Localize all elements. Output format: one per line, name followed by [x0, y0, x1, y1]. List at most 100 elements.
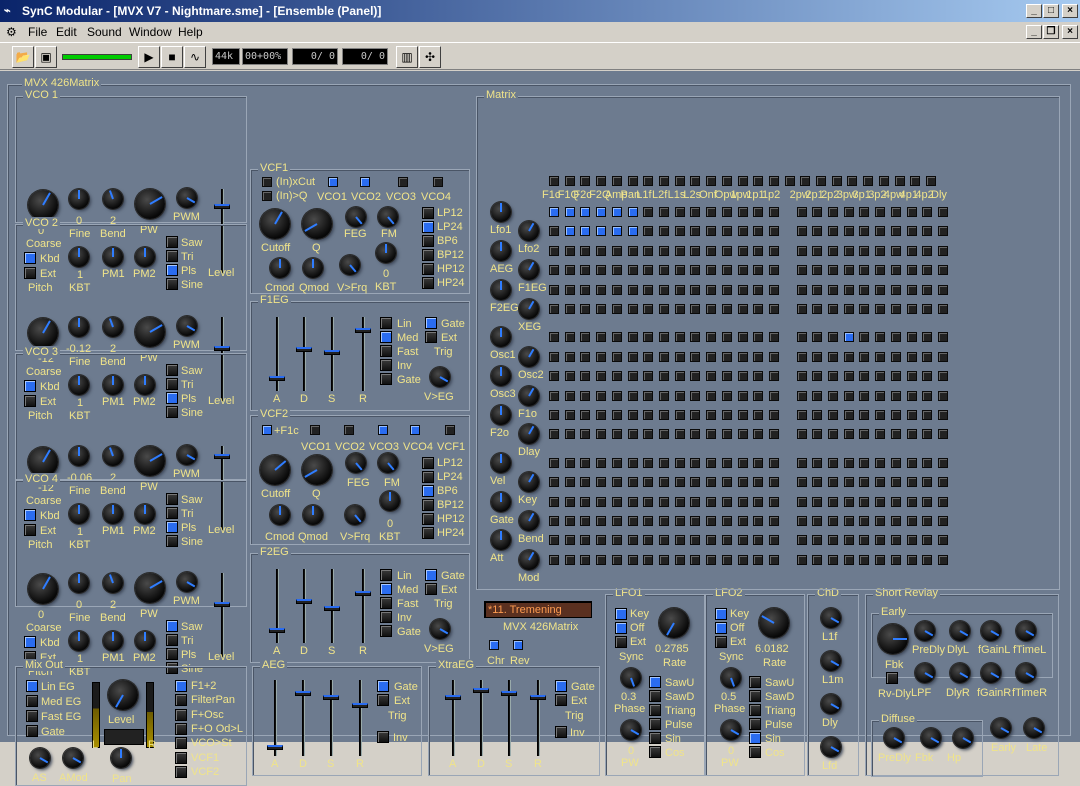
matrix-cell-15-4[interactable] — [611, 516, 622, 526]
matrix-cell-1-3[interactable] — [596, 226, 607, 237]
matrix-cell-7-21[interactable] — [890, 351, 901, 362]
matrix-cell-9-13[interactable] — [753, 390, 764, 401]
matrix-cell-1-14[interactable] — [768, 226, 779, 237]
vcf2-vfrq-knob[interactable] — [345, 505, 365, 525]
matrix-cell-11-7[interactable] — [658, 429, 669, 440]
vcf2-q-knob[interactable] — [302, 455, 332, 485]
matrix-cell-2-22[interactable] — [906, 245, 917, 256]
matrix-cell-2-17[interactable] — [828, 245, 839, 256]
matrix-cell-9-15[interactable] — [796, 390, 807, 401]
lfo2-wave-switch-0[interactable] — [749, 676, 761, 688]
vcf1-mode-switch-4[interactable] — [422, 263, 434, 275]
matrix-cell-0-20[interactable] — [875, 207, 886, 217]
matrix-cell-17-20[interactable] — [875, 554, 886, 565]
matrix-cell-1-24[interactable] — [938, 226, 949, 237]
matrix-cell-7-9[interactable] — [690, 351, 701, 362]
matrix-cell-5-8[interactable] — [674, 304, 685, 314]
f2eg-curve-switch-3[interactable] — [380, 611, 392, 623]
matrix-cell-6-0[interactable] — [549, 332, 559, 343]
matrix-cell-8-1[interactable] — [564, 371, 575, 382]
matrix-cell-7-0[interactable] — [549, 351, 559, 362]
matrix-cell-9-18[interactable] — [843, 390, 854, 401]
matrix-cell-4-6[interactable] — [643, 284, 654, 295]
matrix-cell-17-22[interactable] — [906, 554, 917, 565]
matrix-cell-14-19[interactable] — [859, 496, 870, 507]
matrix-cell-12-17[interactable] — [828, 457, 839, 468]
matrix-cell-10-10[interactable] — [706, 410, 717, 420]
vcf2-src-led-0[interactable] — [310, 425, 320, 435]
matrix-cell-11-9[interactable] — [690, 429, 701, 440]
matrix-row-knob-14[interactable] — [491, 491, 511, 512]
matrix-cell-6-6[interactable] — [643, 332, 654, 343]
matrix-cell-14-2[interactable] — [580, 496, 591, 507]
matrix-cell-15-1[interactable] — [564, 516, 575, 526]
matrix-cell-11-20[interactable] — [875, 429, 886, 440]
matrix-cell-11-21[interactable] — [890, 429, 901, 440]
matrix-cell-8-2[interactable] — [580, 371, 591, 382]
matrix-cell-4-3[interactable] — [596, 284, 607, 295]
matrix-cell-5-16[interactable] — [812, 304, 823, 314]
matrix-cell-8-24[interactable] — [938, 371, 949, 382]
matrix-cell-15-5[interactable] — [627, 516, 638, 526]
matrix-cell-13-13[interactable] — [753, 477, 764, 488]
matrix-cell-16-14[interactable] — [768, 535, 779, 546]
vcf1-src-led-3[interactable] — [433, 177, 443, 187]
lfo1-wave-switch-5[interactable] — [649, 746, 661, 758]
vco2-level-fader[interactable] — [214, 346, 230, 352]
mixout-eg-switch-3[interactable] — [26, 725, 38, 737]
matrix-cell-17-12[interactable] — [737, 554, 748, 565]
mixout-route-switch-2[interactable] — [175, 708, 187, 721]
matrix-cell-7-7[interactable] — [658, 351, 669, 362]
vco1-coarse-knob[interactable] — [28, 190, 58, 220]
matrix-cell-14-1[interactable] — [564, 496, 575, 507]
vco2-pwm-knob[interactable] — [177, 316, 197, 336]
matrix-cell-2-11[interactable] — [721, 245, 732, 256]
vco4-pm2-knob[interactable] — [135, 631, 155, 651]
matrix-cell-8-11[interactable] — [721, 371, 732, 382]
matrix-cell-12-13[interactable] — [753, 457, 764, 468]
matrix-cell-15-12[interactable] — [737, 516, 748, 526]
matrix-cell-7-4[interactable] — [611, 351, 622, 362]
matrix-cell-0-6[interactable] — [643, 207, 654, 217]
matrix-cell-12-3[interactable] — [596, 457, 607, 468]
matrix-cell-6-2[interactable] — [580, 332, 591, 343]
matrix-cell-12-21[interactable] — [890, 457, 901, 468]
matrix-cell-4-9[interactable] — [690, 284, 701, 295]
matrix-cell-0-17[interactable] — [828, 207, 839, 217]
vcf1-mode-switch-3[interactable] — [422, 249, 434, 261]
matrix-cell-13-11[interactable] — [721, 477, 732, 488]
vcf2-mode-switch-0[interactable] — [422, 457, 434, 469]
matrix-cell-11-22[interactable] — [906, 429, 917, 440]
revlay-bot-knob-2[interactable] — [981, 663, 1001, 683]
mixout-as-knob[interactable] — [30, 748, 50, 768]
xtraeg-s-fader[interactable] — [501, 691, 517, 697]
matrix-cell-5-0[interactable] — [549, 304, 559, 314]
matrix-cell-6-15[interactable] — [796, 332, 807, 343]
vcf2-kbt-knob[interactable] — [380, 491, 400, 511]
matrix-cell-7-10[interactable] — [706, 351, 717, 362]
matrix-cell-10-20[interactable] — [875, 410, 886, 420]
matrix-cell-15-3[interactable] — [596, 516, 607, 526]
matrix-cell-3-23[interactable] — [922, 265, 933, 276]
vcf1-cutoff-knob[interactable] — [260, 209, 290, 239]
vco1-bend-knob[interactable] — [103, 189, 123, 209]
mixout-route-switch-1[interactable] — [175, 694, 187, 707]
matrix-cell-2-14[interactable] — [768, 245, 779, 256]
matrix-cell-10-12[interactable] — [737, 410, 748, 420]
lfo2-wave-switch-2[interactable] — [749, 704, 761, 716]
matrix-cell-2-2[interactable] — [580, 245, 591, 256]
matrix-cell-12-15[interactable] — [796, 457, 807, 468]
matrix-cell-16-9[interactable] — [690, 535, 701, 546]
matrix-cell-17-21[interactable] — [890, 554, 901, 565]
lfo2-rate-knob[interactable] — [759, 608, 789, 638]
matrix-cell-5-11[interactable] — [721, 304, 732, 314]
matrix-cell-17-24[interactable] — [938, 554, 949, 565]
matrix-col-led-24[interactable] — [926, 176, 937, 186]
lfo1-rate-knob[interactable] — [659, 608, 689, 638]
matrix-cell-10-11[interactable] — [721, 410, 732, 420]
matrix-cell-14-22[interactable] — [906, 496, 917, 507]
matrix-cell-6-4[interactable] — [611, 332, 622, 343]
f1eg-curve-switch-2[interactable] — [380, 345, 392, 357]
matrix-cell-14-15[interactable] — [796, 496, 807, 507]
revlay-fbk-knob[interactable] — [878, 624, 908, 654]
